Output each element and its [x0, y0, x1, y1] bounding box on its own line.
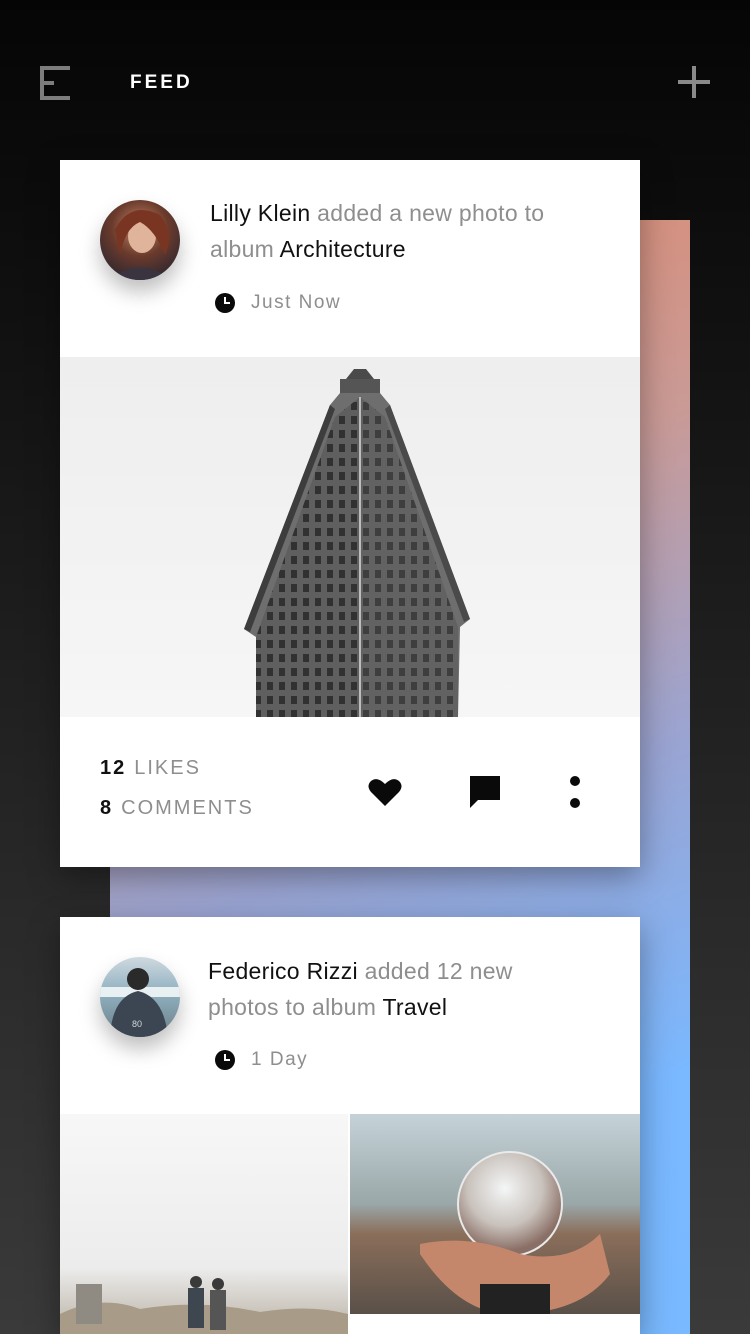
more-vertical-icon[interactable]: [555, 772, 595, 812]
clock-icon: [215, 293, 235, 313]
avatar[interactable]: 80: [100, 957, 180, 1037]
svg-text:80: 80: [132, 1019, 142, 1029]
heart-icon[interactable]: [365, 772, 405, 812]
likes-count[interactable]: 12 LIKES: [100, 756, 254, 796]
clock-icon: [215, 1050, 235, 1070]
post-stats: 12 LIKES 8 COMMENTS: [100, 756, 254, 836]
timestamp: 1 Day: [215, 1049, 308, 1071]
album-name[interactable]: Architecture: [280, 236, 406, 262]
add-post-icon[interactable]: [678, 66, 710, 98]
post-photo-couple[interactable]: [60, 1114, 348, 1334]
page-title: FEED: [130, 72, 193, 93]
time-text: 1 Day: [251, 1049, 309, 1070]
avatar[interactable]: [100, 200, 180, 280]
author-name[interactable]: Lilly Klein: [210, 200, 310, 226]
album-name[interactable]: Travel: [382, 994, 447, 1020]
comment-icon[interactable]: [465, 772, 505, 812]
post-description: Federico Rizzi added 12 new photos to al…: [208, 953, 588, 1025]
feed-card: 80 Federico Rizzi added 12 new photos to…: [60, 917, 640, 1334]
post-photo-crystal-ball[interactable]: [350, 1114, 640, 1314]
timestamp: Just Now: [215, 292, 341, 314]
comments-count[interactable]: 8 COMMENTS: [100, 796, 254, 836]
menu-icon[interactable]: [40, 66, 70, 100]
time-text: Just Now: [251, 292, 342, 313]
post-description: Lilly Klein added a new photo to album A…: [210, 195, 610, 267]
top-bar: FEED: [0, 0, 750, 160]
feed-card: Lilly Klein added a new photo to album A…: [60, 160, 640, 867]
author-name[interactable]: Federico Rizzi: [208, 958, 358, 984]
post-photo-building[interactable]: [60, 357, 640, 717]
